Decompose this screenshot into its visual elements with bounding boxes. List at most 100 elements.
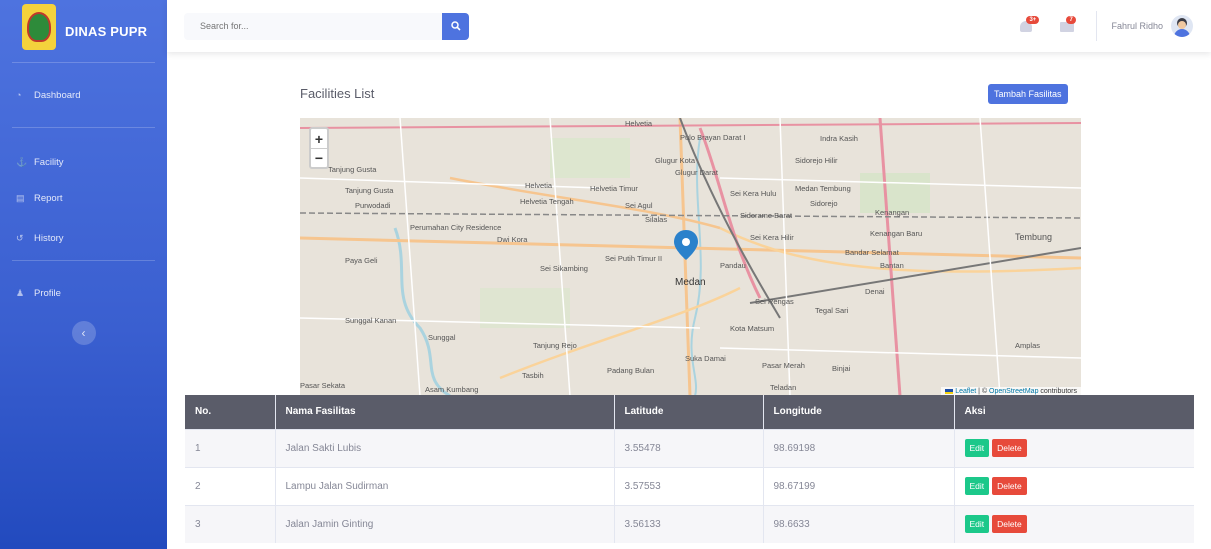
cell-no: 2 — [185, 466, 275, 505]
topbar: 3+ 7 Fahrul Ridho — [167, 0, 1211, 52]
sidebar-item-profile[interactable]: ♟ Profile — [0, 273, 167, 313]
sidebar-item-facility[interactable]: ⚓ Facility — [0, 142, 167, 182]
osm-link[interactable]: OpenStreetMap — [989, 388, 1038, 395]
sidebar-item-report[interactable]: ▤ Report — [0, 178, 167, 218]
map-label: Sei Kera Hilir — [750, 233, 794, 242]
chevron-left-icon: ‹ — [81, 326, 86, 340]
leaflet-link[interactable]: Leaflet — [955, 388, 976, 395]
user-icon: ♟ — [16, 287, 25, 298]
cell-actions: Edit Delete — [953, 466, 1194, 505]
column-header-no: No. — [185, 395, 275, 429]
topbar-divider — [1096, 11, 1098, 41]
map-label: Pasar Merah — [762, 361, 805, 370]
map-label: Sei Putih Timur II — [605, 254, 662, 263]
sidebar: DINAS PUPR ◔ Dashboard ⚓ Facility ▤ Repo… — [0, 0, 167, 549]
delete-button[interactable]: Delete — [992, 439, 1027, 457]
sidebar-item-history[interactable]: ↺ History — [0, 218, 167, 258]
messages-badge: 7 — [1066, 16, 1076, 24]
edit-button[interactable]: Edit — [964, 515, 990, 534]
map-label: Paya Geli — [345, 256, 378, 265]
cell-no: 3 — [185, 504, 275, 543]
cell-name: Jalan Sakti Lubis — [274, 428, 614, 467]
map-label: Sidorame Barat — [740, 211, 793, 220]
map-label: Sei Agul — [625, 201, 653, 210]
map-label: Pulo Brayan Darat I — [680, 133, 745, 142]
sidebar-toggle-button[interactable]: ‹ — [71, 321, 96, 345]
delete-button[interactable]: Delete — [992, 515, 1027, 534]
map-label: Binjai — [832, 364, 851, 373]
cell-actions: Edit Delete — [953, 428, 1194, 467]
cell-actions: Edit Delete — [953, 504, 1194, 543]
zoom-in-button[interactable]: + — [311, 129, 327, 148]
map-label: Helvetia Timur — [590, 184, 638, 193]
cell-latitude: 3.55478 — [613, 428, 763, 467]
map-label: Silalas — [645, 215, 667, 224]
cell-name: Jalan Jamin Ginting — [274, 504, 614, 543]
brand[interactable]: DINAS PUPR — [0, 0, 167, 62]
map-label: Tembung — [1015, 232, 1052, 242]
cell-latitude: 3.57553 — [613, 466, 763, 505]
map-label: Kota Matsum — [730, 324, 774, 333]
map-label: Sunggal Kanan — [345, 316, 396, 325]
map-label: Sei Kera Hulu — [730, 189, 776, 198]
map-label: Sunggal — [428, 333, 456, 342]
history-icon: ↺ — [16, 232, 24, 243]
facilities-table: No. Nama Fasilitas Latitude Longitude Ak… — [185, 395, 1194, 543]
page-title: Facilities List — [300, 86, 375, 101]
tachometer-icon: ◔ — [16, 90, 22, 100]
brand-name: DINAS PUPR — [65, 23, 148, 39]
map-zoom-control: + − — [309, 127, 329, 169]
map-label: Sei Rengas — [755, 297, 794, 306]
user-name[interactable]: Fahrul Ridho — [1111, 21, 1163, 31]
map-label: Padang Bulan — [607, 366, 654, 375]
map-label: Medan Tembung — [795, 184, 851, 193]
map-label: Amplas — [1015, 341, 1040, 350]
search-icon — [450, 21, 461, 31]
alerts-dropdown[interactable]: 3+ — [1020, 16, 1040, 34]
map-label: Tanjung Rejo — [533, 341, 577, 350]
topbar-right: 3+ 7 Fahrul Ridho — [1020, 0, 1211, 52]
facility-map[interactable]: Helvetia Pulo Brayan Darat I Indra Kasih… — [300, 118, 1081, 396]
delete-button[interactable]: Delete — [992, 477, 1027, 495]
government-seal-logo — [22, 4, 56, 50]
map-label: Medan — [675, 277, 706, 288]
table-row: 1 Jalan Sakti Lubis 3.55478 98.69198 Edi… — [185, 428, 1194, 467]
sidebar-item-label: Dashboard — [34, 89, 81, 101]
map-label: Glugur Darat — [675, 168, 719, 177]
map-label: Sei Sikambing — [540, 264, 588, 273]
report-icon: ▤ — [16, 192, 25, 203]
search-box — [184, 12, 469, 40]
cell-no: 1 — [185, 428, 275, 467]
edit-button[interactable]: Edit — [964, 477, 990, 495]
search-input[interactable] — [184, 12, 442, 40]
cell-latitude: 3.56133 — [613, 504, 763, 543]
edit-button[interactable]: Edit — [964, 439, 990, 457]
map-label: Tegal Sari — [815, 306, 849, 315]
map-label: Tasbih — [522, 371, 544, 380]
search-button[interactable] — [442, 12, 469, 40]
map-label: Dwi Kora — [497, 235, 528, 244]
sidebar-item-dashboard[interactable]: ◔ Dashboard — [0, 63, 167, 127]
map-label: Tanjung Gusta — [328, 165, 377, 174]
add-facility-button[interactable]: Tambah Fasilitas — [988, 84, 1068, 104]
anchor-icon: ⚓ — [16, 156, 28, 167]
avatar[interactable] — [1171, 15, 1193, 37]
sidebar-item-label: Facility — [34, 156, 64, 168]
cell-longitude: 98.6633 — [762, 504, 954, 543]
sidebar-item-label: Report — [34, 192, 63, 204]
map-label: Sidorejo — [810, 199, 838, 208]
zoom-out-button[interactable]: − — [311, 148, 327, 167]
column-header-actions: Aksi — [953, 395, 1194, 429]
cell-longitude: 98.67199 — [762, 466, 954, 505]
table-row: 3 Jalan Jamin Ginting 3.56133 98.6633 Ed… — [185, 504, 1194, 543]
map-label: Asam Kumbang — [425, 385, 478, 394]
map-label: Denai — [865, 287, 885, 296]
map-label: Bandar Selamat — [845, 248, 900, 257]
sidebar-item-label: History — [34, 232, 64, 244]
column-header-longitude: Longitude — [762, 395, 954, 429]
messages-dropdown[interactable]: 7 — [1060, 16, 1076, 34]
map-label: Helvetia Tengah — [520, 197, 574, 206]
sidebar-item-label: Profile — [34, 287, 61, 299]
map-label: Bantan — [880, 261, 904, 270]
map-label: Tanjung Gusta — [345, 186, 394, 195]
